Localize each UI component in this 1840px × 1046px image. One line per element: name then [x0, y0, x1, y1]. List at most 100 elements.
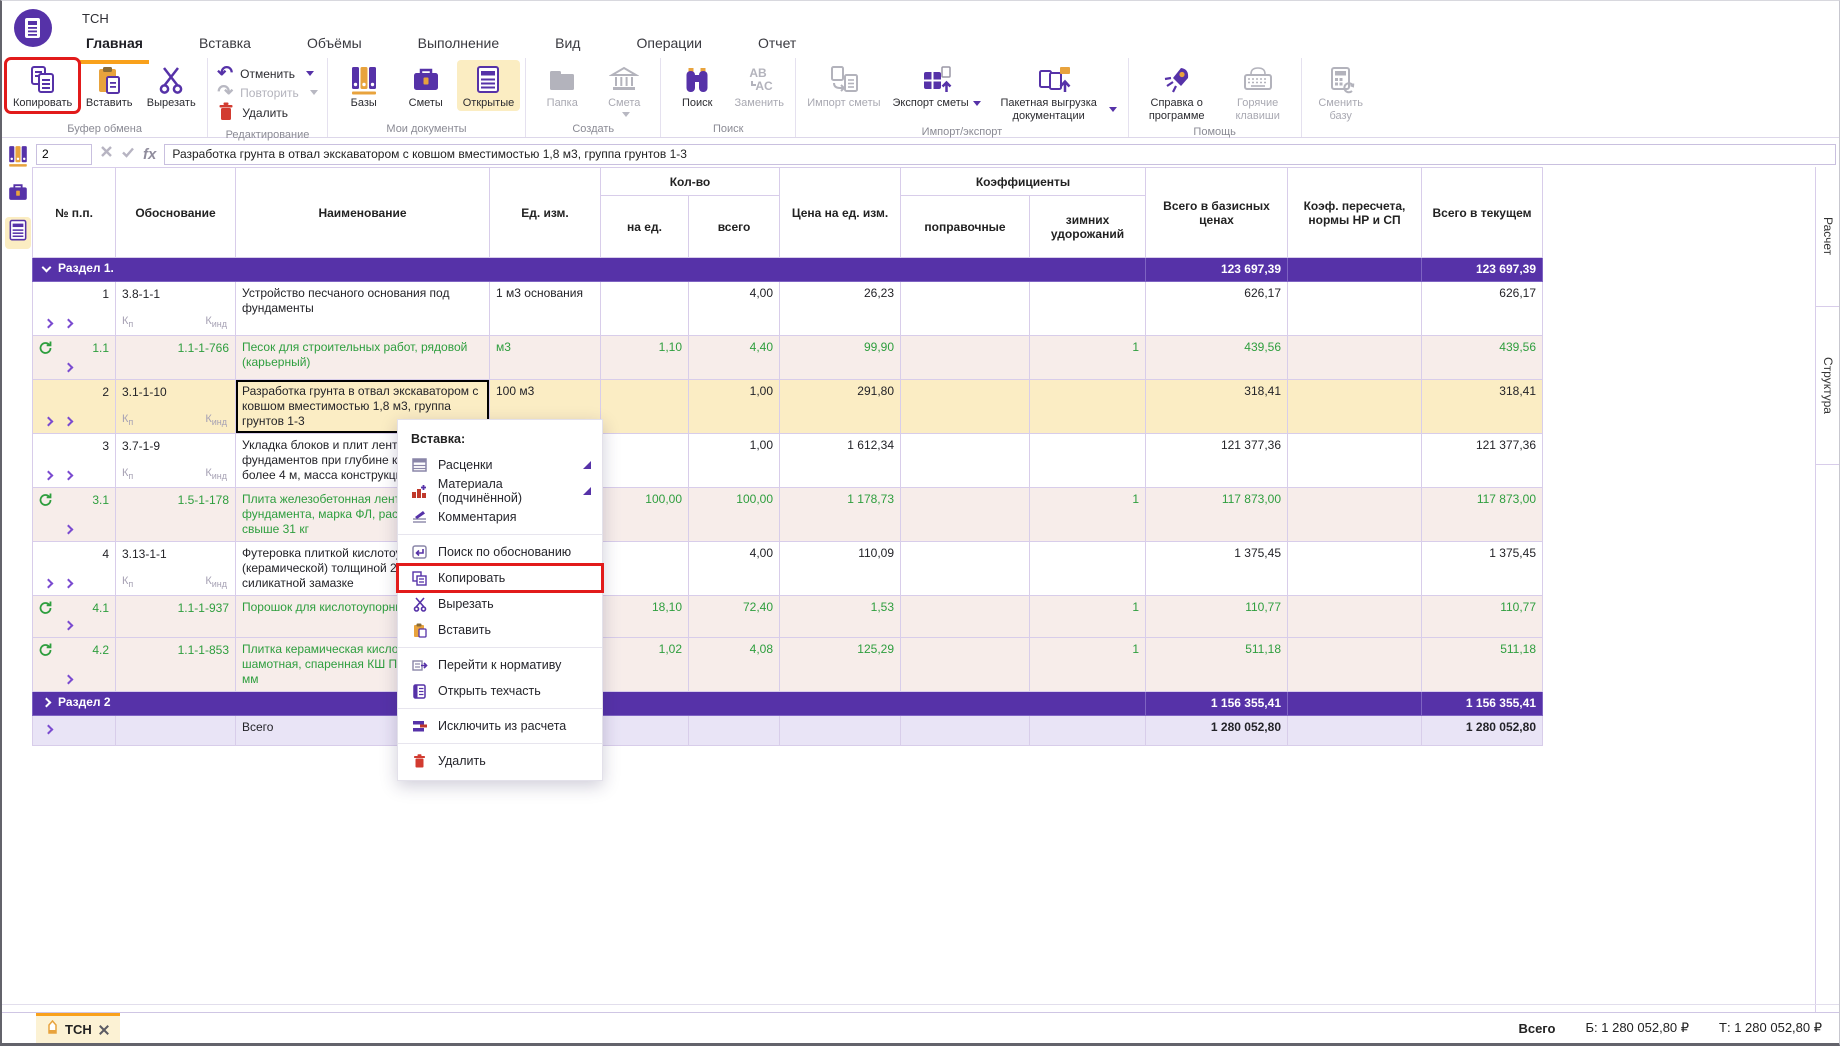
expand-chevron-icon[interactable]	[44, 725, 54, 735]
open-documents-button[interactable]: Открытые	[457, 60, 521, 111]
close-tab-icon[interactable]	[99, 1025, 109, 1035]
ribbon: Копировать Вставить Вырезать Буфер обмен…	[2, 58, 1840, 138]
menu-separator	[398, 708, 602, 709]
formula-text-input[interactable]: Разработка грунта в отвал экскаватором с…	[164, 144, 1836, 165]
table-row[interactable]: 1 3.8-1-1КпКинд Устройство песчаного осн…	[33, 282, 1543, 336]
confirm-icon[interactable]	[121, 145, 135, 163]
redo-button[interactable]: ↷ Повторить	[217, 83, 318, 102]
search-button[interactable]: Поиск	[666, 60, 728, 111]
col-header-obosn[interactable]: Обоснование	[116, 168, 236, 258]
menu-item-udalit[interactable]: Удалить	[398, 748, 602, 774]
batch-upload-dropdown-icon[interactable]	[1109, 107, 1117, 112]
expand-chevron-icon[interactable]	[64, 363, 74, 373]
import-estimate-button[interactable]: Импорт сметы	[801, 60, 886, 111]
col-header-coef-recalc[interactable]: Коэф. пересчета, нормы НР и СП	[1288, 168, 1422, 258]
new-estimate-dropdown-icon[interactable]	[622, 112, 630, 117]
context-menu-header: Вставка:	[398, 425, 602, 452]
menu-item-otkryt-techchast[interactable]: Открыть техчасть	[398, 678, 602, 704]
redo-icon: ↷	[217, 83, 233, 102]
col-header-total-current[interactable]: Всего в текущем	[1422, 168, 1543, 258]
col-header-qty-per[interactable]: на ед.	[601, 196, 689, 258]
expand-chevron-icon[interactable]	[64, 471, 74, 481]
menu-item-isklyuchit-iz-rascheta[interactable]: Исключить из расчета	[398, 713, 602, 739]
expand-chevron-icon[interactable]	[64, 319, 74, 329]
col-header-unit[interactable]: Ед. изм.	[490, 168, 601, 258]
table-row[interactable]: 4 3.13-1-1КпКинд Футеровка плиткой кисло…	[33, 542, 1543, 596]
document-tab[interactable]: ТСН	[36, 1013, 120, 1043]
bases-button[interactable]: Базы	[333, 60, 395, 111]
col-header-num[interactable]: № п.п.	[33, 168, 116, 258]
change-base-button[interactable]: Сменить базу	[1307, 60, 1375, 123]
svg-text:AC: AC	[756, 79, 774, 93]
col-header-qty[interactable]: Кол-во	[601, 168, 780, 196]
delete-button[interactable]: Удалить	[217, 102, 318, 124]
table-row[interactable]: 4.2 1.1-1-853 Плитка керамическая кислот…	[33, 638, 1543, 692]
estimates-button[interactable]: Сметы	[395, 60, 457, 111]
expand-chevron-icon[interactable]	[64, 675, 74, 685]
table-row[interactable]: 3 3.7-1-9КпКинд Укладка блоков и плит ле…	[33, 434, 1543, 488]
grand-total-row[interactable]: Всего 1 280 052,80 1 280 052,80	[33, 716, 1543, 746]
cancel-icon[interactable]	[100, 145, 113, 163]
calculator-icon	[1326, 63, 1356, 97]
redo-dropdown-icon[interactable]	[310, 90, 318, 95]
sidebar-bases-icon[interactable]	[7, 144, 29, 173]
expand-chevron-icon[interactable]	[44, 319, 54, 329]
expand-chevron-icon[interactable]	[64, 525, 74, 535]
tab-raschet[interactable]: Расчет	[1816, 167, 1840, 307]
copy-button[interactable]: Копировать	[7, 60, 78, 111]
col-header-name[interactable]: Наименование	[236, 168, 490, 258]
import-icon	[828, 63, 860, 97]
table-row[interactable]: 4.1 1.1-1-937 Порошок для кислотоупорных…	[33, 596, 1543, 638]
col-header-coef[interactable]: Коэффициенты	[901, 168, 1146, 196]
expand-chevron-icon[interactable]	[64, 621, 74, 631]
expand-chevron-icon[interactable]	[64, 579, 74, 589]
collapse-chevron-icon[interactable]	[42, 263, 52, 273]
col-header-total-base[interactable]: Всего в базисных ценах	[1146, 168, 1288, 258]
undo-dropdown-icon[interactable]	[306, 71, 314, 76]
new-folder-button[interactable]: Папка	[531, 60, 593, 111]
exclude-icon	[411, 720, 428, 733]
expand-chevron-icon[interactable]	[44, 417, 54, 427]
expand-chevron-icon[interactable]	[44, 471, 54, 481]
export-dropdown-icon[interactable]	[973, 101, 981, 106]
menu-item-kommentariya[interactable]: Комментария	[398, 504, 602, 530]
selected-row[interactable]: 2 3.1-1-10КпКинд Разработка грунта в отв…	[33, 380, 1543, 434]
replace-button[interactable]: ABAC Заменить	[728, 60, 790, 111]
section-row-1[interactable]: Раздел 1. 123 697,39 123 697,39	[33, 258, 1543, 282]
menu-item-poisk-po-obosnovaniyu[interactable]: Поиск по обоснованию	[398, 539, 602, 565]
menu-item-kopirovat[interactable]: Копировать	[398, 565, 602, 591]
table-row[interactable]: 3.1 1.5-1-178 Плита железобетонная ленто…	[33, 488, 1543, 542]
ribbon-group-import-export: Импорт сметы Экспорт сметы Пакетная выгр…	[796, 58, 1128, 137]
col-header-qty-total[interactable]: всего	[689, 196, 780, 258]
function-icon[interactable]: fx	[143, 146, 156, 163]
document-sidebar	[2, 141, 34, 249]
table-row[interactable]: 1.1 1.1-1-766 Песок для строительных раб…	[33, 336, 1543, 380]
section-row-2[interactable]: Раздел 2 1 156 355,41 1 156 355,41	[33, 692, 1543, 716]
about-button[interactable]: Справка о программе	[1134, 60, 1220, 123]
menu-item-rascenki[interactable]: Расценки	[398, 452, 602, 478]
undo-button[interactable]: ↶ Отменить	[217, 64, 318, 83]
scissors-icon	[411, 597, 428, 612]
menu-item-vyrezat[interactable]: Вырезать	[398, 591, 602, 617]
tab-struktura[interactable]: Структура	[1816, 307, 1840, 465]
pencil-icon	[47, 1020, 58, 1039]
col-header-coef-winter[interactable]: зимних удорожаний	[1030, 196, 1146, 258]
new-estimate-button[interactable]: Смета	[593, 60, 655, 118]
menu-item-perejti-k-normativu[interactable]: Перейти к нормативу	[398, 652, 602, 678]
menu-item-material[interactable]: Материала (подчинённой)	[398, 478, 602, 504]
hotkeys-button[interactable]: Горячие клавиши	[1220, 60, 1296, 123]
cut-button[interactable]: Вырезать	[140, 60, 202, 111]
col-header-coef-adj[interactable]: поправочные	[901, 196, 1030, 258]
col-header-price[interactable]: Цена на ед. изм.	[780, 168, 901, 258]
expand-chevron-icon[interactable]	[42, 698, 52, 708]
expand-chevron-icon[interactable]	[44, 579, 54, 589]
sidebar-open-documents-icon[interactable]	[5, 217, 31, 249]
expand-chevron-icon[interactable]	[64, 417, 74, 427]
batch-upload-button[interactable]: Пакетная выгрузка документации	[987, 60, 1123, 123]
sidebar-estimates-icon[interactable]	[7, 182, 29, 208]
row-number-input[interactable]: 2	[36, 144, 92, 165]
group-label-edit: Редактирование	[213, 126, 322, 143]
paste-button[interactable]: Вставить	[78, 60, 140, 111]
export-estimate-button[interactable]: Экспорт сметы	[887, 60, 987, 111]
menu-item-vstavit[interactable]: Вставить	[398, 617, 602, 643]
